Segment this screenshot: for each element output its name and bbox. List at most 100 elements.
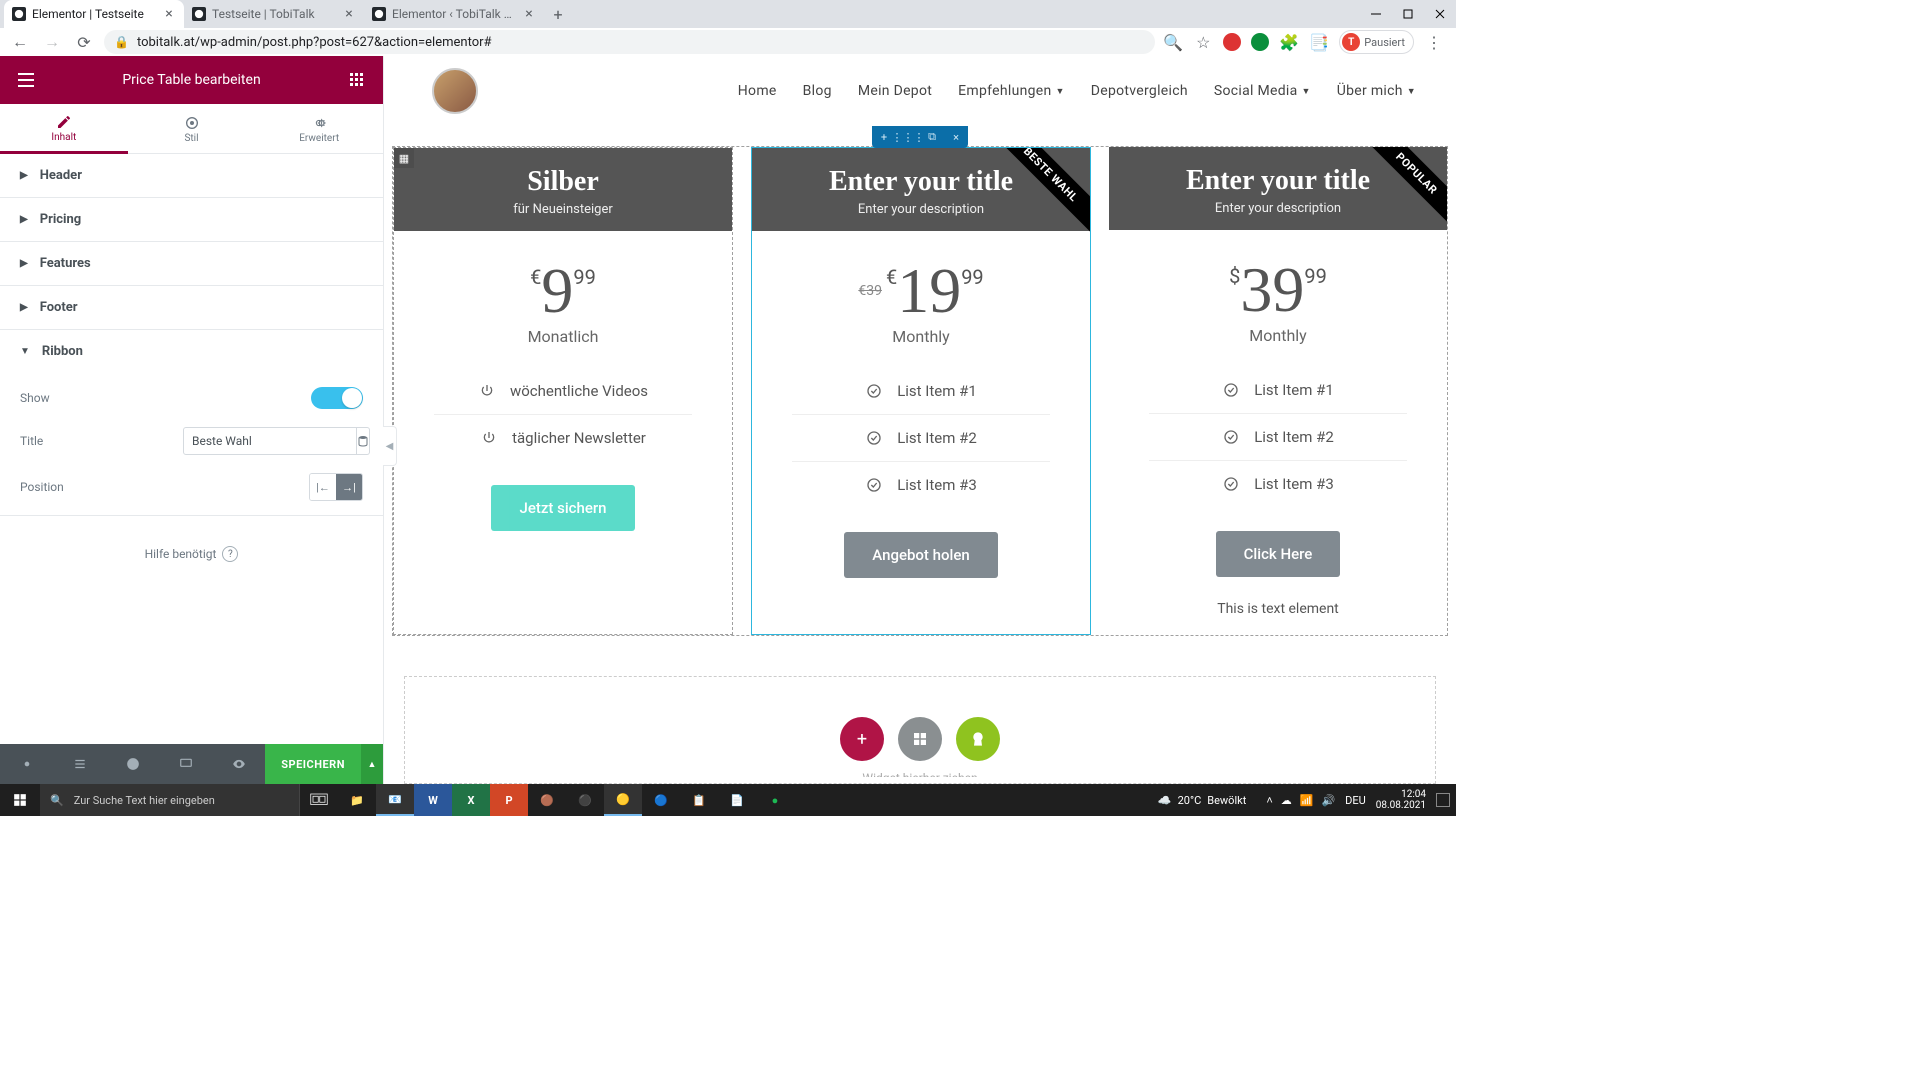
nav-item-social[interactable]: Social Media▼: [1214, 83, 1311, 99]
taskbar-search[interactable]: 🔍 Zur Suche Text hier eingeben: [40, 784, 300, 816]
menu-icon[interactable]: ⋮: [1424, 32, 1444, 52]
empty-section[interactable]: + Widget hierher ziehen: [404, 676, 1436, 784]
reading-list-icon[interactable]: 📑: [1309, 32, 1329, 52]
title-input[interactable]: [183, 427, 357, 455]
browser-tab-0[interactable]: Elementor | Testseite ×: [4, 0, 184, 28]
delete-section-button[interactable]: ×: [944, 126, 968, 148]
system-tray[interactable]: ˄ ☁ 📶 🔊: [1266, 794, 1335, 807]
excel-icon[interactable]: X: [452, 784, 490, 816]
nav-item-depotvergleich[interactable]: Depotvergleich: [1091, 83, 1188, 99]
add-section-button[interactable]: +: [840, 717, 884, 761]
powerpoint-icon[interactable]: P: [490, 784, 528, 816]
onedrive-icon[interactable]: ☁: [1281, 794, 1292, 807]
chrome-icon[interactable]: 🟡: [604, 784, 642, 816]
responsive-button[interactable]: [159, 744, 212, 784]
accordion-toggle-header[interactable]: ▶ Header: [0, 154, 383, 197]
url-bar[interactable]: 🔒 tobitalk.at/wp-admin/post.php?post=627…: [104, 30, 1155, 54]
tray-chevron-icon[interactable]: ˄: [1266, 794, 1272, 807]
word-icon[interactable]: W: [414, 784, 452, 816]
app-icon[interactable]: 🟤: [528, 784, 566, 816]
feature-item: List Item #2: [1149, 414, 1407, 461]
price-period: Monatlich: [404, 327, 722, 346]
close-icon[interactable]: ×: [342, 7, 356, 21]
column-edit-handle[interactable]: ▦: [394, 148, 414, 168]
site-logo[interactable]: [432, 68, 478, 114]
extension-icon[interactable]: [1223, 33, 1241, 51]
accordion-toggle-ribbon[interactable]: ▼ Ribbon: [0, 330, 383, 373]
tab-content[interactable]: Inhalt: [0, 104, 128, 154]
profile-badge[interactable]: T Pausiert: [1339, 30, 1414, 54]
accordion-toggle-footer[interactable]: ▶ Footer: [0, 286, 383, 329]
accordion-toggle-pricing[interactable]: ▶ Pricing: [0, 198, 383, 241]
browser-tab-1[interactable]: Testseite | TobiTalk ×: [184, 0, 364, 28]
taskbar-right: ☁️ 20°C Bewölkt ˄ ☁ 📶 🔊 DEU 12:04 08.08.…: [1158, 789, 1456, 811]
obs-icon[interactable]: ⚫: [566, 784, 604, 816]
nav-item-blog[interactable]: Blog: [803, 83, 832, 99]
file-explorer-icon[interactable]: 📁: [338, 784, 376, 816]
nav-item-about[interactable]: Über mich▼: [1337, 83, 1416, 99]
browser-tab-2[interactable]: Elementor ‹ TobiTalk — WordPre ×: [364, 0, 544, 28]
template-library-button[interactable]: [898, 717, 942, 761]
history-button[interactable]: [106, 744, 159, 784]
elementor-sidebar: Price Table bearbeiten Inhalt Stil Erwei…: [0, 56, 384, 784]
cta-button[interactable]: Click Here: [1216, 531, 1341, 577]
zoom-icon[interactable]: 🔍: [1163, 32, 1183, 52]
cta-button[interactable]: Angebot holen: [844, 532, 997, 578]
hamburger-icon[interactable]: [12, 66, 40, 94]
preview-button[interactable]: [212, 744, 265, 784]
volume-icon[interactable]: 🔊: [1321, 794, 1335, 807]
close-icon[interactable]: ×: [162, 7, 176, 21]
forward-button[interactable]: →: [40, 30, 64, 54]
spotify-icon[interactable]: ●: [756, 784, 794, 816]
app-icon[interactable]: 📄: [718, 784, 756, 816]
settings-button[interactable]: [0, 744, 53, 784]
bookmark-icon[interactable]: ☆: [1193, 32, 1213, 52]
notifications-icon[interactable]: [1436, 793, 1450, 807]
caret-right-icon: ▶: [20, 214, 28, 225]
nav-item-depot[interactable]: Mein Depot: [858, 83, 932, 99]
maximize-button[interactable]: [1392, 0, 1424, 28]
tab-advanced[interactable]: Erweitert: [255, 104, 383, 153]
tab-style[interactable]: Stil: [128, 104, 256, 153]
avatar: T: [1342, 33, 1360, 51]
new-tab-button[interactable]: +: [544, 0, 572, 28]
navigator-button[interactable]: [53, 744, 106, 784]
extension-icon[interactable]: [1251, 33, 1269, 51]
price-card-1[interactable]: Silber für Neueinsteiger € 9 99 Monatlic…: [393, 147, 733, 635]
taskview-icon[interactable]: [300, 784, 338, 816]
language-indicator[interactable]: DEU: [1345, 794, 1366, 807]
import-template-button[interactable]: [956, 717, 1000, 761]
accordion-toggle-features[interactable]: ▶ Features: [0, 242, 383, 285]
widgets-grid-icon[interactable]: [343, 66, 371, 94]
clock[interactable]: 12:04 08.08.2021: [1376, 789, 1426, 811]
nav-item-empfehlungen[interactable]: Empfehlungen▼: [958, 83, 1065, 99]
edge-icon[interactable]: 🔵: [642, 784, 680, 816]
nav-item-home[interactable]: Home: [738, 83, 777, 99]
weather-widget[interactable]: ☁️ 20°C Bewölkt: [1158, 794, 1246, 807]
price-card-2[interactable]: BESTE WAHL Enter your title Enter your d…: [751, 147, 1091, 635]
pricing-section[interactable]: + ⋮⋮⋮ ⧉ × ▦ Silber für Neueinsteiger €: [392, 126, 1448, 636]
save-options-button[interactable]: ▲: [361, 744, 383, 784]
duplicate-section-button[interactable]: ⧉: [920, 126, 944, 148]
start-button[interactable]: [0, 784, 40, 816]
close-button[interactable]: [1424, 0, 1456, 28]
close-icon[interactable]: ×: [522, 7, 536, 21]
minimize-button[interactable]: [1360, 0, 1392, 28]
collapse-sidebar-button[interactable]: ◀: [383, 426, 397, 466]
save-button[interactable]: SPEICHERN: [265, 744, 361, 784]
reload-button[interactable]: ⟳: [72, 30, 96, 54]
price-card-3[interactable]: POPULAR Enter your title Enter your desc…: [1109, 147, 1447, 635]
mail-icon[interactable]: 📧: [376, 784, 414, 816]
preview-canvas[interactable]: Home Blog Mein Depot Empfehlungen▼ Depot…: [384, 56, 1456, 784]
dynamic-tags-button[interactable]: [357, 427, 370, 455]
edit-section-button[interactable]: ⋮⋮⋮: [896, 126, 920, 148]
back-button[interactable]: ←: [8, 30, 32, 54]
extensions-icon[interactable]: 🧩: [1279, 32, 1299, 52]
position-right-button[interactable]: →|: [336, 474, 362, 500]
app-icon[interactable]: 📋: [680, 784, 718, 816]
wifi-icon[interactable]: 📶: [1300, 794, 1314, 807]
show-toggle[interactable]: [311, 387, 363, 409]
help-link[interactable]: Hilfe benötigt ?: [0, 516, 383, 592]
position-left-button[interactable]: |←: [310, 474, 336, 500]
cta-button[interactable]: Jetzt sichern: [491, 485, 634, 531]
